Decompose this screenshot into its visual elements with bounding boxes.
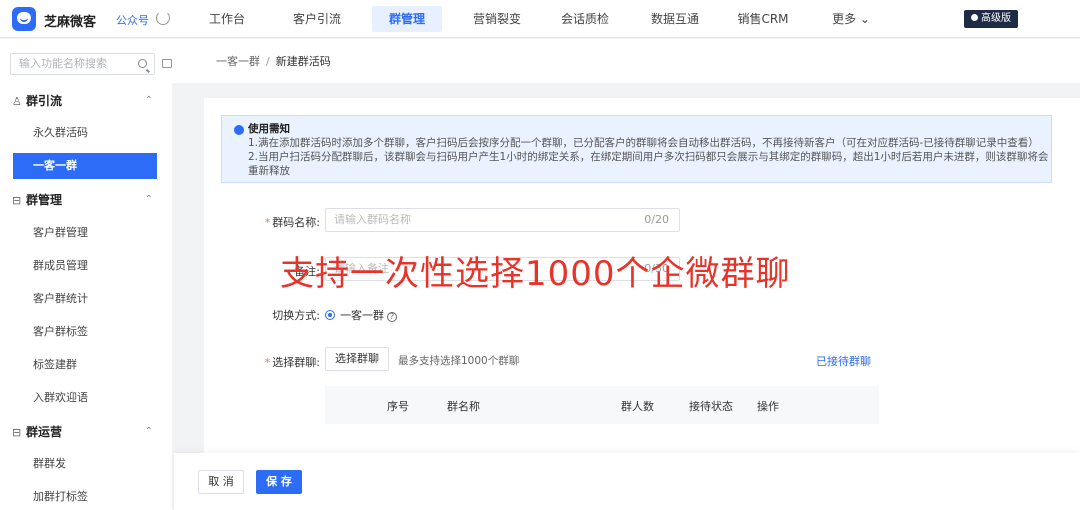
col-index: 序号	[387, 400, 409, 413]
nav-session-qc[interactable]: 会话质检	[554, 6, 616, 32]
app-name: 芝麻微客	[44, 15, 97, 30]
sidebar-group-traffic[interactable]: ♙ 群引流 ⌃	[12, 91, 157, 111]
account-switcher[interactable]: 公众号	[116, 12, 149, 28]
sidebar-item-welcome-message[interactable]: 入群欢迎语	[13, 385, 157, 411]
pro-version-badge[interactable]: 高级版	[964, 10, 1018, 28]
refresh-icon[interactable]	[156, 11, 170, 25]
sidebar-group-operation[interactable]: ⊟ 群运营 ⌃	[12, 422, 157, 442]
col-reception-status: 接待状态	[689, 400, 733, 413]
chevron-up-icon: ⌃	[144, 194, 153, 205]
function-search-input[interactable]: 输入功能名称搜索	[10, 53, 155, 75]
usage-notice: 使用需知 1.满在添加群活码时添加多个群聊，客户扫码后会按序分配一个群聊，已分配…	[221, 115, 1052, 183]
col-member-count: 群人数	[621, 400, 654, 413]
nav-group-management[interactable]: 群管理	[372, 6, 442, 32]
nav-workbench[interactable]: 工作台	[202, 6, 252, 32]
sidebar-item-tag-build-group[interactable]: 标签建群	[13, 352, 157, 378]
group-icon: ⊟	[12, 194, 22, 207]
breadcrumb-current: 新建群活码	[275, 55, 331, 68]
group-table-header: 序号 群名称 群人数 接待状态 操作	[325, 386, 879, 424]
notice-line-2: 2.当用户扫活码分配群聊后，该群聊会与扫码用户产生1小时的绑定关系，在绑定期间用…	[248, 151, 1049, 177]
select-group-label: * 选择群聊:	[264, 356, 320, 369]
nav-marketing-fission[interactable]: 营销裂变	[466, 6, 528, 32]
notice-line-1: 1.满在添加群活码时添加多个群聊，客户扫码后会按序分配一个群聊，已分配客户的群聊…	[248, 137, 1039, 149]
sidebar-item-join-tag[interactable]: 加群打标签	[13, 484, 157, 510]
sidebar-item-group-manage[interactable]: 客户群管理	[13, 220, 157, 246]
breadcrumb-parent[interactable]: 一客一群	[216, 55, 260, 68]
nav-sales-crm[interactable]: 销售CRM	[730, 6, 796, 32]
crown-icon	[971, 14, 978, 21]
sidebar-group-management[interactable]: ⊟ 群管理 ⌃	[12, 190, 157, 210]
sidebar: 输入功能名称搜索 ♙ 群引流 ⌃ 永久群活码 一客一群 ⊟ 群管理 ⌃ 客户群管理 …	[0, 39, 172, 510]
nav-more[interactable]: 更多 ⌄	[826, 6, 876, 32]
nav-customer-acquisition[interactable]: 客户引流	[286, 6, 348, 32]
group-name-input[interactable]: 请输入群码名称 0/20	[325, 208, 680, 232]
nav-data-sync[interactable]: 数据互通	[644, 6, 706, 32]
sidebar-item-member-manage[interactable]: 群成员管理	[13, 253, 157, 279]
mode-radio-one-customer-one-group[interactable]: 一客一群?	[325, 307, 397, 323]
col-actions: 操作	[757, 400, 779, 413]
received-groups-link[interactable]: 已接待群聊	[816, 353, 871, 369]
breadcrumb: 一客一群 / 新建群活码	[172, 39, 1080, 83]
user-icon: ♙	[12, 95, 22, 108]
sidebar-item-group-stats[interactable]: 客户群统计	[13, 286, 157, 312]
col-group-name: 群名称	[447, 400, 480, 413]
group-name-label: * 群码名称:	[264, 216, 320, 229]
top-bar: 芝麻微客 公众号 工作台 客户引流 群管理 营销裂变 会话质检 数据互通 销售C…	[0, 0, 1080, 38]
radio-checked-icon	[325, 310, 335, 320]
sidebar-item-group-tags[interactable]: 客户群标签	[13, 319, 157, 345]
help-icon[interactable]: ?	[387, 312, 397, 322]
sidebar-item-one-customer-one-group[interactable]: 一客一群	[13, 153, 157, 179]
sidebar-item-group-broadcast[interactable]: 群群发	[13, 451, 157, 477]
cancel-button[interactable]: 取 消	[198, 470, 244, 494]
group-icon: ⊟	[12, 426, 22, 439]
layout-icon[interactable]	[162, 59, 172, 68]
search-icon[interactable]	[138, 59, 147, 68]
select-group-button[interactable]: 选择群聊	[325, 347, 389, 371]
name-char-count: 0/20	[644, 213, 669, 226]
info-icon	[234, 125, 244, 135]
save-button[interactable]: 保 存	[256, 470, 302, 494]
chevron-up-icon: ⌃	[144, 95, 153, 106]
app-logo-icon[interactable]	[12, 7, 36, 31]
select-group-hint: 最多支持选择1000个群聊	[398, 355, 520, 367]
chevron-up-icon: ⌃	[144, 426, 153, 437]
sidebar-item-permanent-code[interactable]: 永久群活码	[13, 120, 157, 146]
notice-title: 使用需知	[248, 123, 290, 135]
switch-mode-label: 切换方式:	[272, 309, 320, 322]
promo-overlay-caption: 支持一次性选择1000个企微群聊	[280, 254, 791, 294]
form-footer: 取 消 保 存	[174, 453, 1080, 510]
